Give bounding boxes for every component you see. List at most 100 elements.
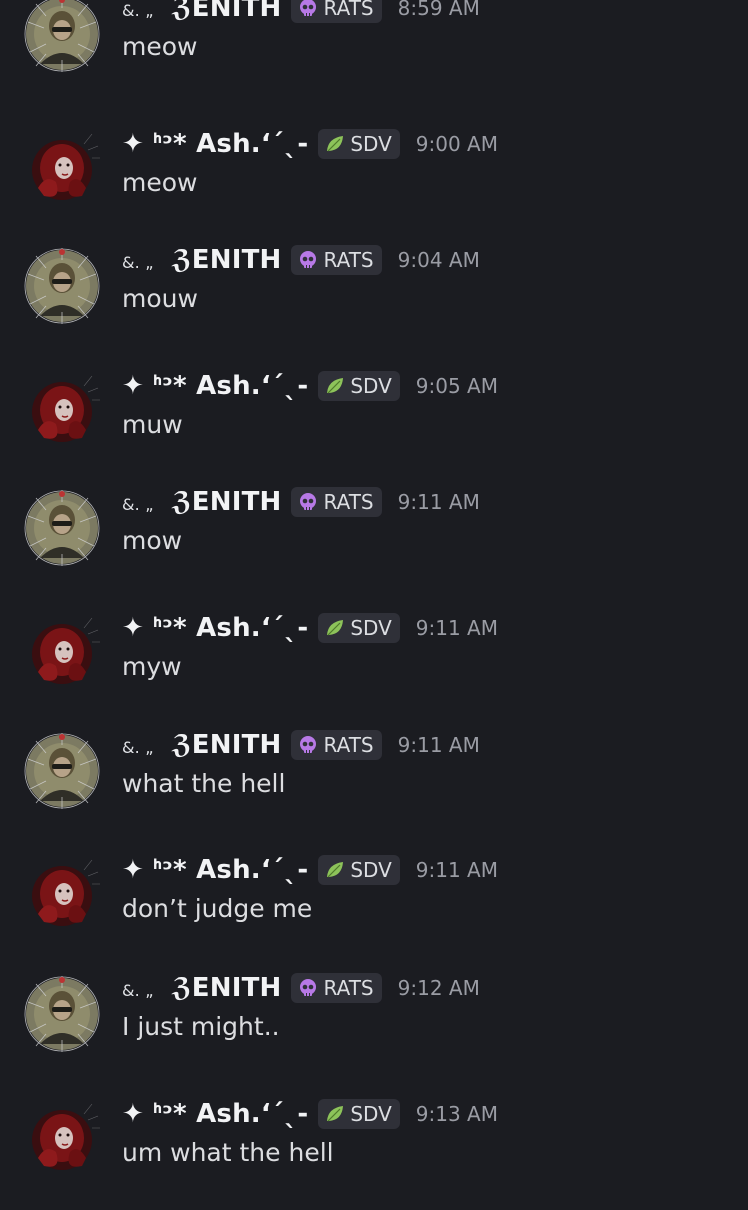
message: &. „ ℨENITH RATS 9:11 AM what the hell [0, 730, 748, 841]
message-text: myw [122, 652, 182, 681]
skull-icon [297, 249, 319, 271]
timestamp: 9:05 AM [415, 374, 498, 398]
avatar-zenith[interactable] [22, 731, 102, 811]
server-tag-label: RATS [323, 248, 374, 272]
timestamp: 9:11 AM [397, 490, 480, 514]
username-text: ℨENITH [171, 245, 282, 275]
message: ✦ ᑋᵓ* Ash.ʻ´ˎ- SDV 9:13 AM um what the h… [0, 1099, 748, 1210]
message-text: um what the hell [122, 1138, 334, 1167]
server-tag[interactable]: SDV [318, 1099, 400, 1129]
server-tag-label: RATS [323, 490, 374, 514]
avatar-zenith[interactable] [22, 0, 102, 74]
username-text: ℨENITH [171, 730, 282, 760]
message-header: ✦ ᑋᵓ* Ash.ʻ´ˎ- SDV 9:11 AM [122, 610, 498, 646]
leaf-icon [324, 375, 346, 397]
leaf-icon [324, 859, 346, 881]
message: ✦ ᑋᵓ* Ash.ʻ´ˎ- SDV 9:11 AM myw [0, 613, 748, 724]
message-list: &. „ ℨENITH RATS 8:59 AM meow ✦ ᑋᵓ* Ash.ʻ… [0, 0, 748, 1200]
username-text: ℨENITH [171, 487, 282, 517]
message-header: &. „ ℨENITH RATS 9:11 AM [122, 727, 480, 763]
message-header: &. „ ℨENITH RATS 9:04 AM [122, 242, 480, 278]
username[interactable]: &. „ ℨENITH [122, 730, 281, 760]
message-text: don’t judge me [122, 894, 313, 923]
message-header: ✦ ᑋᵓ* Ash.ʻ´ˎ- SDV 9:11 AM [122, 852, 498, 888]
avatar-ash[interactable] [22, 1100, 102, 1180]
username[interactable]: &. „ ℨENITH [122, 245, 281, 275]
server-tag[interactable]: RATS [291, 0, 382, 23]
username[interactable]: ✦ ᑋᵓ* Ash.ʻ´ˎ- [122, 129, 308, 160]
server-tag-label: SDV [350, 132, 392, 156]
server-tag-label: SDV [350, 374, 392, 398]
timestamp: 8:59 AM [397, 0, 480, 20]
server-tag-label: RATS [323, 0, 374, 20]
username[interactable]: ✦ ᑋᵓ* Ash.ʻ´ˎ- [122, 855, 308, 886]
username[interactable]: ✦ ᑋᵓ* Ash.ʻ´ˎ- [122, 1099, 308, 1130]
timestamp: 9:00 AM [415, 132, 498, 156]
server-tag[interactable]: RATS [291, 730, 382, 760]
skull-icon [297, 491, 319, 513]
avatar-ash[interactable] [22, 614, 102, 694]
message-text: meow [122, 168, 198, 197]
skull-icon [297, 734, 319, 756]
server-tag-label: RATS [323, 976, 374, 1000]
username-prefix: &. „ [122, 738, 154, 757]
server-tag-label: SDV [350, 858, 392, 882]
message-text: I just might.. [122, 1012, 280, 1041]
server-tag[interactable]: SDV [318, 371, 400, 401]
message: &. „ ℨENITH RATS 8:59 AM meow [0, 0, 748, 104]
username[interactable]: &. „ ℨENITH [122, 487, 281, 517]
username-text: ℨENITH [171, 0, 282, 23]
skull-icon [297, 0, 319, 19]
server-tag[interactable]: RATS [291, 487, 382, 517]
server-tag[interactable]: SDV [318, 855, 400, 885]
server-tag[interactable]: SDV [318, 129, 400, 159]
username[interactable]: ✦ ᑋᵓ* Ash.ʻ´ˎ- [122, 613, 308, 644]
message: &. „ ℨENITH RATS 9:11 AM mow [0, 487, 748, 598]
message: ✦ ᑋᵓ* Ash.ʻ´ˎ- SDV 9:05 AM muw [0, 371, 748, 482]
message-header: &. „ ℨENITH RATS 9:12 AM [122, 970, 480, 1006]
message-header: &. „ ℨENITH RATS 8:59 AM [122, 0, 480, 26]
message: &. „ ℨENITH RATS 9:12 AM I just might.. [0, 973, 748, 1084]
server-tag-label: RATS [323, 733, 374, 757]
message-text: what the hell [122, 769, 286, 798]
server-tag[interactable]: RATS [291, 973, 382, 1003]
username-prefix: &. „ [122, 253, 154, 272]
username-prefix: &. „ [122, 495, 154, 514]
leaf-icon [324, 617, 346, 639]
timestamp: 9:04 AM [397, 248, 480, 272]
message-text: mouw [122, 284, 198, 313]
timestamp: 9:11 AM [415, 616, 498, 640]
username-text: ℨENITH [171, 973, 282, 1003]
avatar-zenith[interactable] [22, 246, 102, 326]
server-tag[interactable]: RATS [291, 245, 382, 275]
avatar-zenith[interactable] [22, 974, 102, 1054]
username-prefix: &. „ [122, 981, 154, 1000]
message-text: mow [122, 526, 183, 555]
timestamp: 9:11 AM [397, 733, 480, 757]
timestamp: 9:13 AM [415, 1102, 498, 1126]
server-tag[interactable]: SDV [318, 613, 400, 643]
username[interactable]: &. „ ℨENITH [122, 973, 281, 1003]
message: ✦ ᑋᵓ* Ash.ʻ´ˎ- SDV 9:11 AM don’t judge m… [0, 855, 748, 966]
message: ✦ ᑋᵓ* Ash.ʻ´ˎ- SDV 9:00 AM meow [0, 129, 748, 240]
timestamp: 9:11 AM [415, 858, 498, 882]
server-tag-label: SDV [350, 616, 392, 640]
skull-icon [297, 977, 319, 999]
leaf-icon [324, 1103, 346, 1125]
message-header: ✦ ᑋᵓ* Ash.ʻ´ˎ- SDV 9:05 AM [122, 368, 498, 404]
avatar-ash[interactable] [22, 372, 102, 452]
username-prefix: &. „ [122, 1, 154, 20]
username[interactable]: ✦ ᑋᵓ* Ash.ʻ´ˎ- [122, 371, 308, 402]
timestamp: 9:12 AM [397, 976, 480, 1000]
avatar-ash[interactable] [22, 130, 102, 210]
message-header: ✦ ᑋᵓ* Ash.ʻ´ˎ- SDV 9:13 AM [122, 1096, 498, 1132]
server-tag-label: SDV [350, 1102, 392, 1126]
avatar-ash[interactable] [22, 856, 102, 936]
message-header: ✦ ᑋᵓ* Ash.ʻ´ˎ- SDV 9:00 AM [122, 126, 498, 162]
message: &. „ ℨENITH RATS 9:04 AM mouw [0, 245, 748, 356]
username[interactable]: &. „ ℨENITH [122, 0, 281, 23]
message-text: meow [122, 32, 198, 61]
avatar-zenith[interactable] [22, 488, 102, 568]
leaf-icon [324, 133, 346, 155]
message-text: muw [122, 410, 183, 439]
